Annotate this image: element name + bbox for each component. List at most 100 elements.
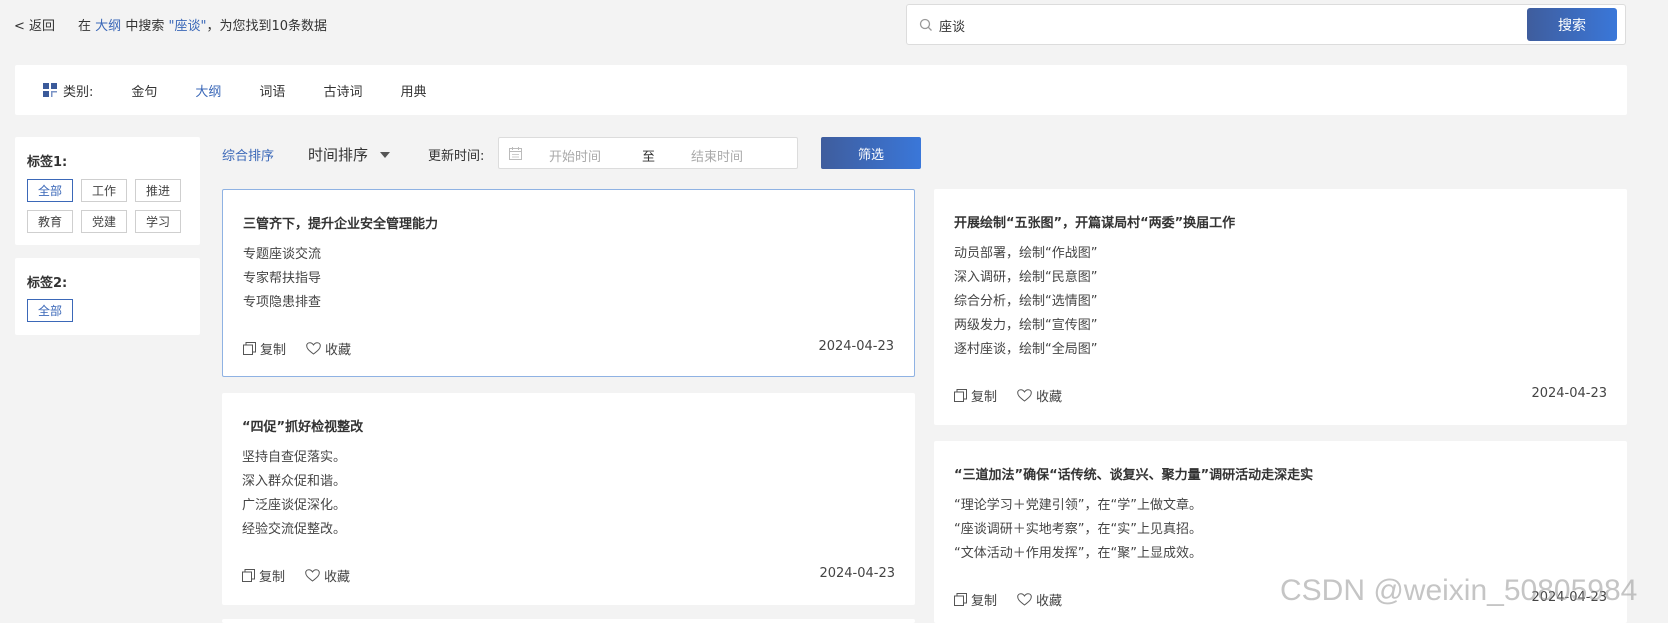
tag2-title: 标签2: bbox=[27, 276, 68, 291]
category-item-dagang[interactable]: 大纲 bbox=[195, 81, 221, 100]
card-actions: 复制 收藏 bbox=[954, 386, 1082, 405]
tag1-party-building[interactable]: 党建 bbox=[81, 210, 127, 233]
copy-button[interactable]: 复制 bbox=[954, 386, 997, 405]
card-title: 三管齐下，提升企业安全管理能力 bbox=[243, 217, 439, 232]
card-actions: 复制 收藏 bbox=[243, 339, 371, 358]
copy-label: 复制 bbox=[260, 343, 287, 358]
tag1-education[interactable]: 教育 bbox=[27, 210, 73, 233]
crumb-suffix: ，为您找到10条数据 bbox=[206, 19, 327, 34]
tag1-title: 标签1: bbox=[27, 155, 68, 170]
card-line: 经验交流促整改。 bbox=[242, 522, 347, 537]
card-line: “文体活动＋作用发挥”，在“聚”上显成效。 bbox=[954, 546, 1202, 561]
card-line: 专题座谈交流 bbox=[243, 247, 322, 262]
copy-button[interactable]: 复制 bbox=[243, 339, 286, 358]
card-lines: 坚持自查促落实。 深入群众促和谐。 广泛座谈促深化。 经验交流促整改。 bbox=[242, 450, 346, 546]
card-lines: “理论学习＋党建引领”，在“学”上做文章。 “座谈调研＋实地考察”，在“实”上见… bbox=[954, 498, 1202, 570]
copy-label: 复制 bbox=[971, 594, 998, 609]
sort-time[interactable]: 时间排序 bbox=[308, 144, 391, 165]
tag1-panel: 标签1: 全部 工作 推进 教育 党建 学习 bbox=[15, 137, 200, 245]
end-date-input[interactable]: 结束时间 bbox=[691, 146, 743, 165]
result-card[interactable] bbox=[222, 619, 915, 623]
tag2-all[interactable]: 全部 bbox=[27, 299, 73, 322]
copy-button[interactable]: 复制 bbox=[954, 590, 997, 609]
card-actions: 复制 收藏 bbox=[954, 590, 1082, 609]
card-date: 2024-04-23 bbox=[818, 339, 894, 354]
category-item-gushici[interactable]: 古诗词 bbox=[323, 81, 362, 100]
favorite-label: 收藏 bbox=[324, 570, 351, 585]
search-input[interactable] bbox=[939, 13, 1519, 37]
card-line: 两级发力，绘制“宣传图” bbox=[954, 318, 1098, 333]
card-line: 逐村座谈，绘制“全局图” bbox=[954, 342, 1098, 357]
result-card[interactable]: “四促”抓好检视整改 坚持自查促落实。 深入群众促和谐。 广泛座谈促深化。 经验… bbox=[222, 393, 915, 605]
calendar-icon bbox=[509, 147, 522, 160]
card-line: 综合分析，绘制“选情图” bbox=[954, 294, 1098, 309]
sort-time-label: 时间排序 bbox=[308, 146, 369, 164]
copy-label: 复制 bbox=[971, 390, 998, 405]
card-line: 坚持自查促落实。 bbox=[242, 450, 347, 465]
card-date: 2024-04-23 bbox=[819, 566, 895, 581]
crumb-query: "座谈" bbox=[168, 19, 207, 34]
tag1-all[interactable]: 全部 bbox=[27, 179, 73, 202]
update-time-label: 更新时间: bbox=[428, 149, 485, 164]
card-line: 专家帮扶指导 bbox=[243, 271, 322, 286]
filter-button[interactable]: 筛选 bbox=[821, 137, 921, 169]
crumb-prefix: 在 bbox=[78, 19, 92, 34]
search-button[interactable]: 搜索 bbox=[1527, 8, 1617, 41]
category-item-yongdian[interactable]: 用典 bbox=[400, 81, 426, 100]
category-bar: 类别: 金句 大纲 词语 古诗词 用典 bbox=[15, 65, 1627, 115]
heart-icon bbox=[306, 342, 321, 355]
card-title: 开展绘制“五张图”，开篇谋局村“两委”换届工作 bbox=[954, 216, 1236, 231]
card-line: 广泛座谈促深化。 bbox=[242, 498, 347, 513]
favorite-label: 收藏 bbox=[325, 343, 352, 358]
card-date: 2024-04-23 bbox=[1531, 590, 1607, 605]
heart-icon bbox=[1017, 593, 1032, 606]
favorite-button[interactable]: 收藏 bbox=[306, 339, 351, 358]
search-icon bbox=[919, 18, 932, 31]
copy-button[interactable]: 复制 bbox=[242, 566, 285, 585]
card-line: “理论学习＋党建引领”，在“学”上做文章。 bbox=[954, 498, 1202, 513]
tag1-study[interactable]: 学习 bbox=[135, 210, 181, 233]
result-card[interactable]: 开展绘制“五张图”，开篇谋局村“两委”换届工作 动员部署，绘制“作战图” 深入调… bbox=[934, 189, 1627, 425]
tag1-work[interactable]: 工作 bbox=[81, 179, 127, 202]
copy-icon bbox=[243, 342, 256, 355]
category-label: 类别: bbox=[63, 84, 94, 100]
crumb-scope: 大纲 bbox=[95, 19, 122, 34]
date-range-picker[interactable]: 开始时间 至 结束时间 bbox=[498, 137, 798, 169]
favorite-button[interactable]: 收藏 bbox=[1017, 590, 1062, 609]
tag2-panel: 标签2: 全部 bbox=[15, 258, 200, 335]
card-title: “三道加法”确保“话传统、谈复兴、聚力量”调研活动走深走实 bbox=[954, 468, 1314, 483]
copy-icon bbox=[954, 389, 967, 402]
sort-composite[interactable]: 综合排序 bbox=[222, 145, 274, 164]
copy-label: 复制 bbox=[259, 570, 286, 585]
category-item-ciyu[interactable]: 词语 bbox=[259, 81, 285, 100]
card-lines: 动员部署，绘制“作战图” 深入调研，绘制“民意图” 综合分析，绘制“选情图” 两… bbox=[954, 246, 1097, 366]
search-summary: 在 大纲 中搜索 "座谈"，为您找到10条数据 bbox=[78, 15, 327, 34]
card-title: “四促”抓好检视整改 bbox=[242, 420, 364, 435]
search-bar: 搜索 bbox=[906, 4, 1626, 45]
card-line: 专项隐患排查 bbox=[243, 295, 322, 310]
result-card[interactable]: 三管齐下，提升企业安全管理能力 专题座谈交流 专家帮扶指导 专项隐患排查 复制 … bbox=[222, 189, 915, 377]
card-actions: 复制 收藏 bbox=[242, 566, 370, 585]
result-card[interactable]: “三道加法”确保“话传统、谈复兴、聚力量”调研活动走深走实 “理论学习＋党建引领… bbox=[934, 441, 1627, 623]
favorite-label: 收藏 bbox=[1036, 390, 1063, 405]
card-line: 深入群众促和谐。 bbox=[242, 474, 347, 489]
crumb-mid: 中搜索 bbox=[125, 19, 165, 34]
category-grid-icon bbox=[43, 83, 57, 97]
card-lines: 专题座谈交流 专家帮扶指导 专项隐患排查 bbox=[243, 247, 321, 319]
heart-icon bbox=[1017, 389, 1032, 402]
category-item-jinju[interactable]: 金句 bbox=[131, 81, 157, 100]
tag1-advance[interactable]: 推进 bbox=[135, 179, 181, 202]
card-line: 深入调研，绘制“民意图” bbox=[954, 270, 1098, 285]
back-link[interactable]: < 返回 bbox=[14, 15, 55, 34]
copy-icon bbox=[242, 569, 255, 582]
favorite-label: 收藏 bbox=[1036, 594, 1063, 609]
favorite-button[interactable]: 收藏 bbox=[1017, 386, 1062, 405]
favorite-button[interactable]: 收藏 bbox=[305, 566, 350, 585]
heart-icon bbox=[305, 569, 320, 582]
card-line: “座谈调研＋实地考察”，在“实”上见真招。 bbox=[954, 522, 1202, 537]
start-date-input[interactable]: 开始时间 bbox=[549, 146, 601, 165]
copy-icon bbox=[954, 593, 967, 606]
caret-down-icon bbox=[380, 151, 391, 158]
card-date: 2024-04-23 bbox=[1531, 386, 1607, 401]
date-range-separator: 至 bbox=[642, 150, 656, 165]
